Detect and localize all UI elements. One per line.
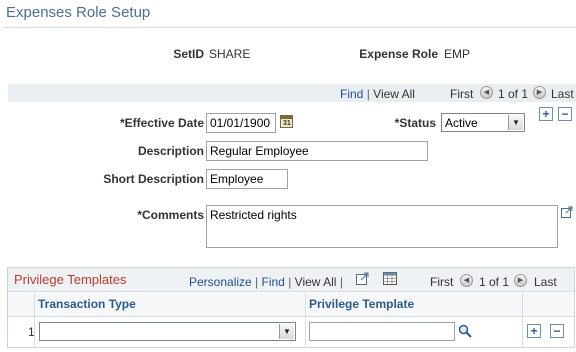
transaction-type-select[interactable]: ▼ [39, 322, 296, 341]
page-title: Expenses Role Setup [6, 4, 151, 21]
new-window-icon[interactable] [356, 272, 370, 285]
setid-label: SetID [173, 47, 204, 61]
chevron-down-icon: ▼ [279, 324, 294, 339]
effdt-nav: Find | View All [340, 87, 415, 101]
delete-row-button[interactable]: − [558, 107, 572, 121]
magnifier-icon[interactable] [458, 324, 472, 338]
add-grid-row-button[interactable]: + [527, 324, 541, 338]
table-row: 1 ▼ + − [8, 318, 574, 347]
grid-find-link[interactable]: Find [262, 275, 285, 289]
grid-nav-separator-3: | [339, 275, 343, 289]
grid-next-icon[interactable]: ▶ [514, 274, 527, 287]
download-grid-icon[interactable] [383, 272, 397, 285]
effdt-count: 1 of 1 [498, 87, 529, 101]
effdt-first-label[interactable]: First [450, 87, 473, 101]
effdt-prev-icon[interactable]: ◀ [480, 86, 493, 99]
status-select[interactable]: Active ▼ [441, 113, 525, 132]
effdt-next-icon[interactable]: ▶ [533, 86, 546, 99]
personalize-link[interactable]: Personalize [189, 275, 252, 289]
calendar-icon[interactable]: 31 [280, 115, 293, 128]
effdt-find-link[interactable]: Find [340, 87, 363, 101]
chevron-down-icon: ▼ [508, 115, 523, 130]
effdt-view-all-link[interactable]: View All [373, 87, 415, 101]
short-description-label: Short Description [103, 172, 204, 186]
effective-date-input[interactable]: 01/01/1900 [206, 113, 276, 133]
grid-prev-icon[interactable]: ◀ [460, 274, 473, 287]
grid-title: Privilege Templates [14, 272, 127, 287]
expand-window-icon[interactable] [561, 206, 573, 218]
grid-first-label[interactable]: First [430, 275, 453, 289]
description-input[interactable]: Regular Employee [206, 141, 428, 161]
grid-nav-separator-2: | [288, 275, 292, 289]
title-divider [4, 27, 576, 28]
status-select-value: Active [445, 116, 478, 130]
short-description-input[interactable]: Employee [206, 169, 288, 189]
delete-grid-row-button[interactable]: − [550, 324, 564, 338]
column-header-transaction-type[interactable]: Transaction Type [38, 297, 136, 311]
effective-date-label: *Effective Date [119, 116, 204, 130]
description-label: Description [137, 144, 204, 158]
comments-label: *Comments [137, 208, 204, 222]
grid-last-label[interactable]: Last [534, 275, 557, 289]
comments-textarea[interactable]: Restricted rights [206, 205, 558, 248]
effdt-nav-separator: | [366, 87, 370, 101]
row-number: 1 [28, 325, 35, 339]
status-label: *Status [394, 116, 436, 130]
effdt-last-label[interactable]: Last [551, 87, 574, 101]
expense-role-label: Expense Role [359, 47, 438, 61]
column-header-privilege-template[interactable]: Privilege Template [309, 297, 414, 311]
privilege-template-input[interactable] [309, 322, 455, 341]
add-row-button[interactable]: + [539, 107, 553, 121]
expense-role-value: EMP [444, 47, 471, 61]
grid-nav-separator-1: | [255, 275, 259, 289]
setid-value: SHARE [209, 47, 251, 61]
grid-count: 1 of 1 [479, 275, 510, 289]
grid-view-all-link[interactable]: View All [295, 275, 337, 289]
grid-nav: Personalize | Find | View All | [189, 275, 343, 289]
